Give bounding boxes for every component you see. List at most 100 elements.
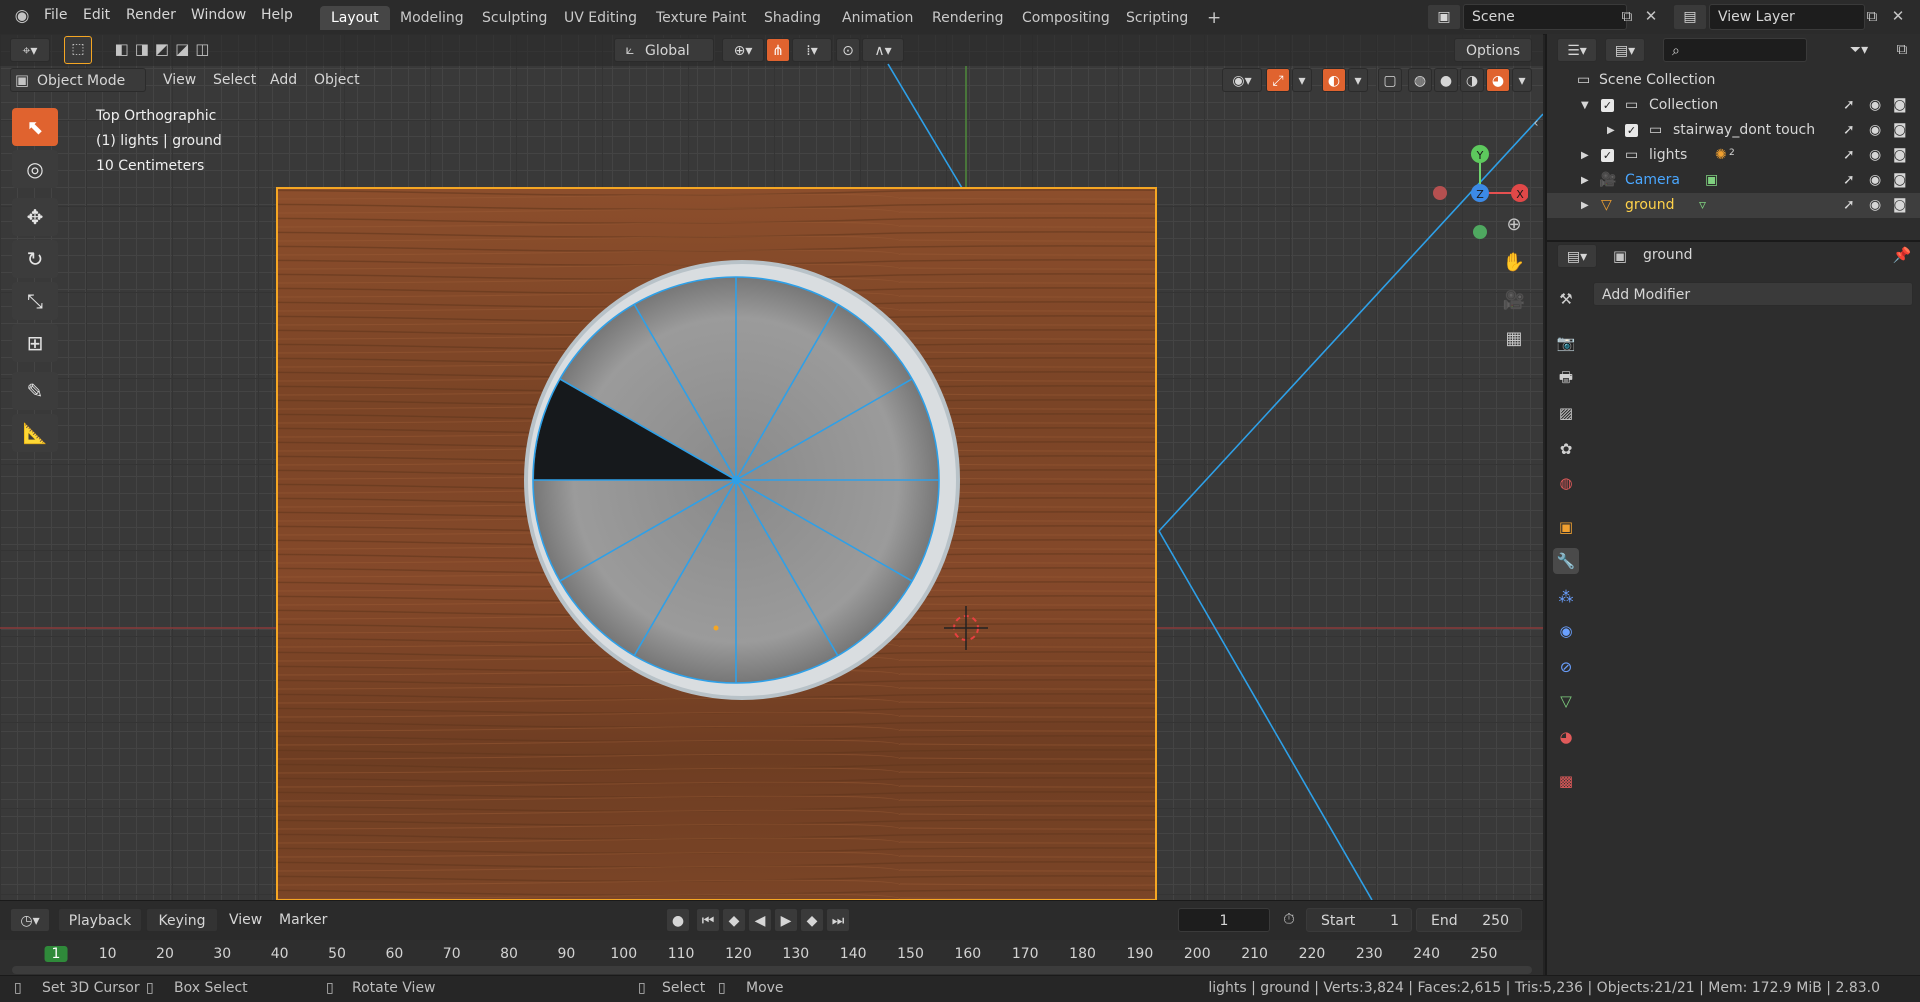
tab-layout[interactable]: Layout: [320, 6, 390, 30]
output-icon[interactable]: 🖶: [1553, 366, 1579, 392]
add-modifier-dropdown[interactable]: Add Modifier: [1593, 282, 1913, 306]
move-tool-icon[interactable]: ✥: [12, 198, 58, 236]
expand-arrow-icon[interactable]: ▶: [1581, 143, 1589, 168]
record-icon[interactable]: ●: [666, 908, 690, 932]
render-camera-icon[interactable]: ◙: [1893, 168, 1907, 193]
menu-help[interactable]: Help: [261, 7, 293, 23]
physics-icon[interactable]: ◉: [1553, 618, 1579, 644]
new-scene-icon[interactable]: ⧉: [1617, 7, 1637, 25]
world-icon[interactable]: ◍: [1553, 470, 1579, 496]
timeline-scrollbar[interactable]: [12, 966, 1532, 974]
select-box-tool-icon[interactable]: ⬉: [12, 108, 58, 146]
current-frame-indicator[interactable]: 1: [44, 946, 68, 962]
current-frame-field[interactable]: 1: [1178, 908, 1270, 932]
expand-arrow-icon[interactable]: ▶: [1581, 168, 1589, 193]
ortho-grid-icon[interactable]: ▦: [1500, 328, 1528, 349]
play-icon[interactable]: ▶: [774, 908, 798, 932]
data-icon[interactable]: ▽: [1553, 688, 1579, 714]
outliner-row-stairway[interactable]: ▶ ✓ ▭ stairway_dont touch ➚ ◉ ◙: [1547, 118, 1920, 143]
texture-icon[interactable]: ▩: [1553, 768, 1579, 794]
outliner-row-camera[interactable]: ▶ 🎥 Camera ▣ ➚ ◉ ◙: [1547, 168, 1920, 193]
outliner-row-collection[interactable]: ▼ ✓ ▭ Collection ➚ ◉ ◙: [1547, 93, 1920, 118]
render-camera-icon[interactable]: ◙: [1893, 193, 1907, 218]
jump-start-icon[interactable]: ⏮: [696, 908, 720, 932]
expand-arrow-icon[interactable]: ▼: [1581, 93, 1589, 118]
pan-hand-icon[interactable]: ✋: [1500, 252, 1528, 273]
timeline-editor-type-button[interactable]: ◷▾: [10, 908, 50, 932]
scene-icon[interactable]: ✿: [1553, 436, 1579, 462]
tab-compositing[interactable]: Compositing: [1011, 6, 1121, 30]
expand-arrow-icon[interactable]: ▶: [1581, 193, 1589, 218]
tab-rendering[interactable]: Rendering: [921, 6, 1015, 30]
outliner-scene-collection[interactable]: ▭ Scene Collection: [1547, 68, 1920, 93]
selectable-arrow-icon[interactable]: ➚: [1843, 118, 1855, 143]
outliner-row-lights[interactable]: ▶ ✓ ▭ lights ✺ 2 ➚ ◉ ◙: [1547, 143, 1920, 168]
properties-editor-type-button[interactable]: ▤▾: [1557, 244, 1597, 268]
view-layer-field[interactable]: View Layer: [1709, 4, 1865, 30]
selectable-arrow-icon[interactable]: ➚: [1843, 193, 1855, 218]
blender-logo-icon[interactable]: ◉: [10, 6, 34, 26]
start-frame-field[interactable]: Start 1: [1306, 908, 1412, 932]
exclude-checkbox[interactable]: ✓: [1601, 99, 1614, 112]
tab-shading[interactable]: Shading: [753, 6, 832, 30]
outliner-search-input[interactable]: ⌕: [1663, 38, 1807, 62]
menu-window[interactable]: Window: [191, 7, 246, 23]
exclude-checkbox[interactable]: ✓: [1625, 124, 1638, 137]
prev-keyframe-icon[interactable]: ◆: [722, 908, 746, 932]
delete-view-layer-icon[interactable]: ✕: [1888, 7, 1908, 25]
tab-animation[interactable]: Animation: [831, 6, 924, 30]
particles-icon[interactable]: ⁂: [1553, 584, 1579, 610]
selectable-arrow-icon[interactable]: ➚: [1843, 93, 1855, 118]
scene-browse-button[interactable]: ▣: [1427, 4, 1461, 30]
menu-edit[interactable]: Edit: [83, 7, 110, 23]
selectable-arrow-icon[interactable]: ➚: [1843, 143, 1855, 168]
frame-rate-icon[interactable]: ⏱: [1278, 910, 1300, 928]
tool-icon[interactable]: ⚒: [1553, 286, 1579, 312]
3d-viewport[interactable]: ⌖▾ ⬚ ◧◨◩◪◫ Global ⟀ ⊕▾ ⋔ ⁞▾ ⊙ ∧▾ Options…: [0, 34, 1543, 900]
render-camera-icon[interactable]: ◙: [1893, 93, 1907, 118]
eye-icon[interactable]: ◉: [1869, 168, 1881, 193]
timeline-ruler[interactable]: 1 10 20 30 40 50 60 70 80 90 100 110 120 130 140 150 160…: [0, 940, 1543, 980]
view-layer-browse-button[interactable]: ▤: [1673, 4, 1707, 30]
measure-tool-icon[interactable]: 📐: [12, 414, 58, 452]
eye-icon[interactable]: ◉: [1869, 143, 1881, 168]
zoom-icon[interactable]: ⊕: [1500, 214, 1528, 235]
jump-end-icon[interactable]: ⏭: [826, 908, 850, 932]
modifier-icon[interactable]: 🔧: [1553, 548, 1579, 574]
camera-view-icon[interactable]: 🎥: [1500, 290, 1528, 311]
rotate-tool-icon[interactable]: ↻: [12, 240, 58, 278]
outliner-editor-type-button[interactable]: ☰▾: [1557, 38, 1597, 62]
scene-name-field[interactable]: Scene: [1463, 4, 1627, 30]
delete-scene-icon[interactable]: ✕: [1641, 7, 1661, 25]
new-collection-icon[interactable]: ⧉: [1891, 40, 1913, 58]
tab-scripting[interactable]: Scripting: [1115, 6, 1199, 30]
expand-arrow-icon[interactable]: ▶: [1607, 118, 1615, 143]
scale-tool-icon[interactable]: ⤡: [12, 282, 58, 320]
constraints-icon[interactable]: ⊘: [1553, 654, 1579, 680]
tab-sculpting[interactable]: Sculpting: [471, 6, 558, 30]
sidebar-toggle-icon[interactable]: ‹: [1530, 116, 1542, 131]
tab-texture-paint[interactable]: Texture Paint: [645, 6, 757, 30]
annotate-tool-icon[interactable]: ✎: [12, 372, 58, 410]
eye-icon[interactable]: ◉: [1869, 193, 1881, 218]
render-camera-icon[interactable]: ◙: [1893, 118, 1907, 143]
render-icon[interactable]: 📷: [1553, 330, 1579, 356]
material-icon[interactable]: ◕: [1553, 724, 1579, 750]
keying-dropdown[interactable]: Keying: [146, 908, 218, 932]
eye-icon[interactable]: ◉: [1869, 93, 1881, 118]
object-properties-icon[interactable]: ▣: [1553, 514, 1579, 540]
tab-uv-editing[interactable]: UV Editing: [553, 6, 648, 30]
tab-modeling[interactable]: Modeling: [389, 6, 475, 30]
outliner-row-ground[interactable]: ▶ ▽ ground ▿ ➚ ◉ ◙: [1547, 193, 1920, 218]
pin-icon[interactable]: 📌: [1891, 246, 1913, 264]
exclude-checkbox[interactable]: ✓: [1601, 149, 1614, 162]
view-layer-icon[interactable]: ▨: [1553, 400, 1579, 426]
eye-icon[interactable]: ◉: [1869, 118, 1881, 143]
add-workspace-button[interactable]: +: [1196, 6, 1232, 30]
cursor-tool-icon[interactable]: ◎: [12, 150, 58, 188]
play-reverse-icon[interactable]: ◀: [748, 908, 772, 932]
timeline-menu-marker[interactable]: Marker: [279, 912, 327, 928]
display-mode-dropdown[interactable]: ▤▾: [1605, 38, 1645, 62]
render-camera-icon[interactable]: ◙: [1893, 143, 1907, 168]
end-frame-field[interactable]: End 250: [1416, 908, 1522, 932]
